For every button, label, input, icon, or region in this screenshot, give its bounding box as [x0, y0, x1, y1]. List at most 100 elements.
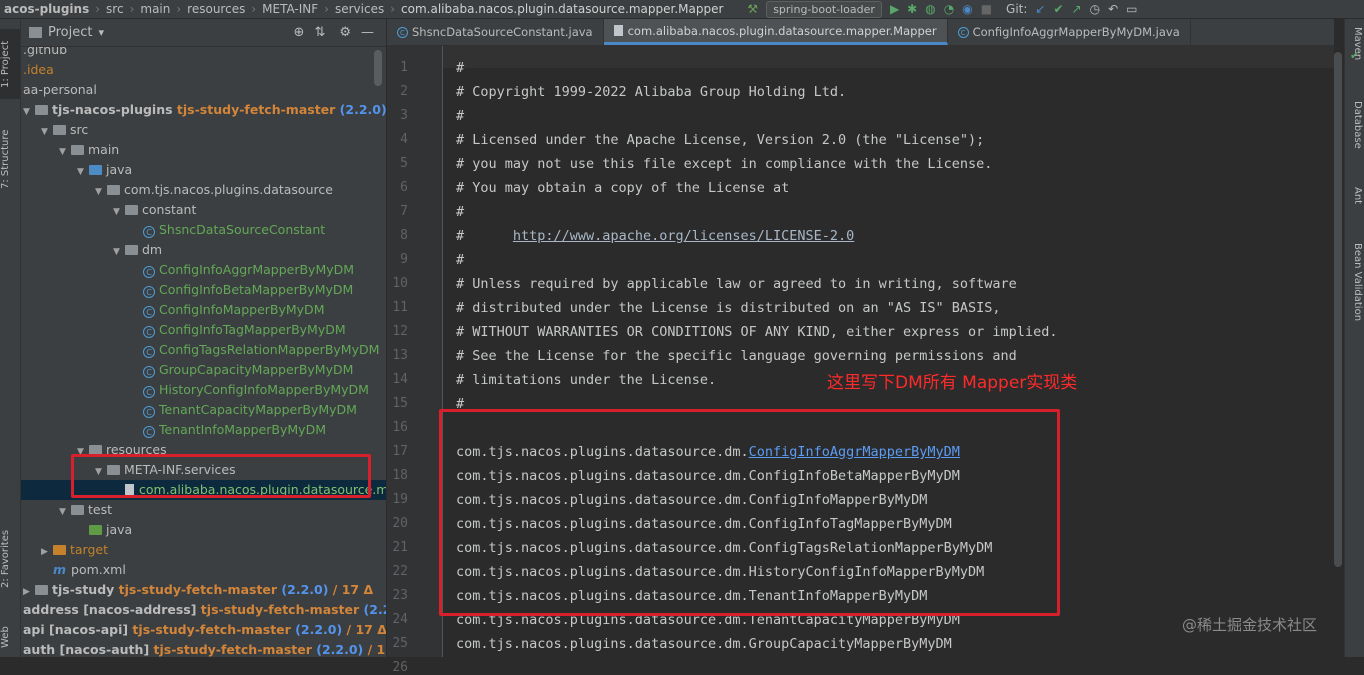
git-update-icon[interactable]: ↙ [1035, 2, 1045, 16]
stop-icon[interactable]: ■ [981, 2, 992, 16]
tab-structure[interactable]: 7: Structure [0, 119, 20, 199]
code-line: # http://www.apache.org/licenses/LICENSE… [456, 228, 854, 244]
debug-icon[interactable]: ✱ [907, 2, 917, 16]
rollback-icon[interactable]: ↶ [1108, 2, 1118, 16]
expand-arrow-icon[interactable]: ▼ [41, 122, 53, 142]
run-icon[interactable]: ▶ [890, 2, 899, 16]
tree-item[interactable]: CHistoryConfigInfoMapperByMyDM [21, 380, 386, 400]
expand-arrow-icon[interactable]: ▼ [23, 102, 35, 122]
window-icon[interactable]: ▭ [1126, 2, 1137, 16]
locate-icon[interactable]: ⊕ [294, 25, 305, 40]
gear-icon[interactable]: ⚙ [339, 25, 351, 40]
expand-arrow-icon[interactable]: ▼ [59, 142, 71, 162]
version-label: (2.2.0) [277, 582, 328, 597]
tab-database[interactable]: Database [1347, 101, 1363, 149]
hammer-icon[interactable]: ⚒ [747, 2, 758, 16]
profile-icon[interactable]: ◔ [944, 2, 954, 16]
chevron-down-icon[interactable]: ▾ [98, 26, 104, 39]
line-number: 25 [378, 636, 408, 651]
tab-maven[interactable]: Maven [1347, 27, 1363, 60]
tree-item[interactable]: ▼tjs-nacos-plugins tjs-study-fetch-maste… [21, 100, 386, 120]
java-class-icon: C [143, 266, 155, 278]
project-panel-title[interactable]: Project [48, 25, 92, 40]
left-tool-strip: 1: Project 7: Structure 2: Favorites Web [0, 19, 21, 657]
editor-scrollbar[interactable] [1334, 52, 1342, 567]
history-icon[interactable]: ◷ [1090, 2, 1100, 16]
tree-item[interactable]: CTenantCapacityMapperByMyDM [21, 400, 386, 420]
tab-ant[interactable]: Ant [1347, 187, 1363, 204]
spring-icon[interactable]: ◉ [962, 2, 972, 16]
tree-item[interactable]: CGroupCapacityMapperByMyDM [21, 360, 386, 380]
license-url-link[interactable]: http://www.apache.org/licenses/LICENSE-2… [513, 228, 854, 244]
right-tool-strip: ✔ Maven Database Ant Bean Validation [1344, 19, 1364, 657]
line-number: 3 [378, 108, 408, 123]
tree-item[interactable]: CConfigInfoAggrMapperByMyDM [21, 260, 386, 280]
expand-arrow-icon[interactable]: ▼ [59, 502, 71, 522]
breadcrumb-item[interactable]: services [331, 2, 388, 16]
line-number: 7 [378, 204, 408, 219]
breadcrumb-item[interactable]: META-INF [258, 2, 322, 16]
expand-arrow-icon[interactable]: ▶ [23, 582, 35, 602]
breadcrumb-item[interactable]: com.alibaba.nacos.plugin.datasource.mapp… [397, 2, 727, 16]
tree-item-label: api [nacos-api] [23, 622, 128, 637]
editor-tab[interactable]: com.alibaba.nacos.plugin.datasource.mapp… [604, 19, 948, 45]
expand-arrow-icon[interactable]: ▼ [113, 202, 125, 222]
tree-item[interactable]: auth [nacos-auth] tjs-study-fetch-master… [21, 640, 386, 657]
tree-item[interactable]: CTenantInfoMapperByMyDM [21, 420, 386, 440]
tree-item[interactable]: mpom.xml [21, 560, 386, 580]
tree-item[interactable]: CShsncDataSourceConstant [21, 220, 386, 240]
tree-item[interactable]: ▶tjs-study tjs-study-fetch-master (2.2.0… [21, 580, 386, 600]
collapse-icon[interactable]: ⇅ [314, 25, 325, 40]
project-tree: .github.ideaaa-personal▼tjs-nacos-plugin… [21, 47, 386, 657]
tree-item[interactable]: ▶target [21, 540, 386, 560]
tab-favorites[interactable]: 2: Favorites [0, 519, 20, 599]
tab-bean-validation[interactable]: Bean Validation [1347, 243, 1363, 321]
expand-arrow-icon[interactable]: ▼ [77, 162, 89, 182]
line-number: 19 [378, 492, 408, 507]
branch-label: tjs-study-fetch-master [128, 622, 291, 637]
tree-item[interactable]: .github [21, 47, 386, 60]
git-push-icon[interactable]: ↗ [1072, 2, 1082, 16]
run-config-select[interactable]: spring-boot-loader [766, 1, 882, 18]
breadcrumb-item[interactable]: src [102, 2, 128, 16]
editor-tab[interactable]: CShsncDataSourceConstant.java [387, 19, 604, 45]
tree-item[interactable]: java [21, 520, 386, 540]
expand-arrow-icon[interactable]: ▼ [95, 182, 107, 202]
breadcrumb-item[interactable]: main [136, 2, 174, 16]
tree-item[interactable]: api [nacos-api] tjs-study-fetch-master (… [21, 620, 386, 640]
line-number: 16 [378, 420, 408, 435]
java-class-icon: C [143, 386, 155, 398]
breadcrumb-separator: › [93, 2, 102, 16]
tree-item[interactable]: ▼dm [21, 240, 386, 260]
tree-item-label: tjs-study [52, 582, 114, 597]
excluded-folder-icon [53, 545, 66, 555]
line-number: 2 [378, 84, 408, 99]
expand-arrow-icon[interactable]: ▶ [41, 542, 53, 562]
tree-item[interactable]: .idea [21, 60, 386, 80]
coverage-icon[interactable]: ◍ [925, 2, 935, 16]
tree-item[interactable]: ▼java [21, 160, 386, 180]
tab-project[interactable]: 1: Project [0, 29, 20, 99]
tree-item[interactable]: aa-personal [21, 80, 386, 100]
tree-item[interactable]: ▼main [21, 140, 386, 160]
file-icon [614, 25, 623, 36]
code-line: com.tjs.nacos.plugins.datasource.dm.Grou… [456, 636, 952, 652]
tree-item[interactable]: ▼com.tjs.nacos.plugins.datasource [21, 180, 386, 200]
expand-arrow-icon[interactable]: ▼ [113, 242, 125, 262]
breadcrumb-item[interactable]: acos-plugins [0, 2, 93, 16]
tree-item[interactable]: address [nacos-address] tjs-study-fetch-… [21, 600, 386, 620]
tree-item[interactable]: ▼src [21, 120, 386, 140]
java-class-icon: C [143, 346, 155, 358]
watermark: @稀土掘金技术社区 [1182, 614, 1317, 635]
tree-item[interactable]: ▼constant [21, 200, 386, 220]
tree-item[interactable]: CConfigTagsRelationMapperByMyDM [21, 340, 386, 360]
editor-tab[interactable]: CConfigInfoAggrMapperByMyDM.java [948, 19, 1191, 45]
tab-web[interactable]: Web [0, 619, 20, 655]
breadcrumb-item[interactable]: resources [183, 2, 249, 16]
tree-item[interactable]: ▼test [21, 500, 386, 520]
tree-item[interactable]: CConfigInfoBetaMapperByMyDM [21, 280, 386, 300]
git-commit-icon[interactable]: ✔ [1053, 2, 1063, 16]
tree-item[interactable]: CConfigInfoMapperByMyDM [21, 300, 386, 320]
tree-item[interactable]: CConfigInfoTagMapperByMyDM [21, 320, 386, 340]
hide-icon[interactable]: — [361, 25, 374, 40]
